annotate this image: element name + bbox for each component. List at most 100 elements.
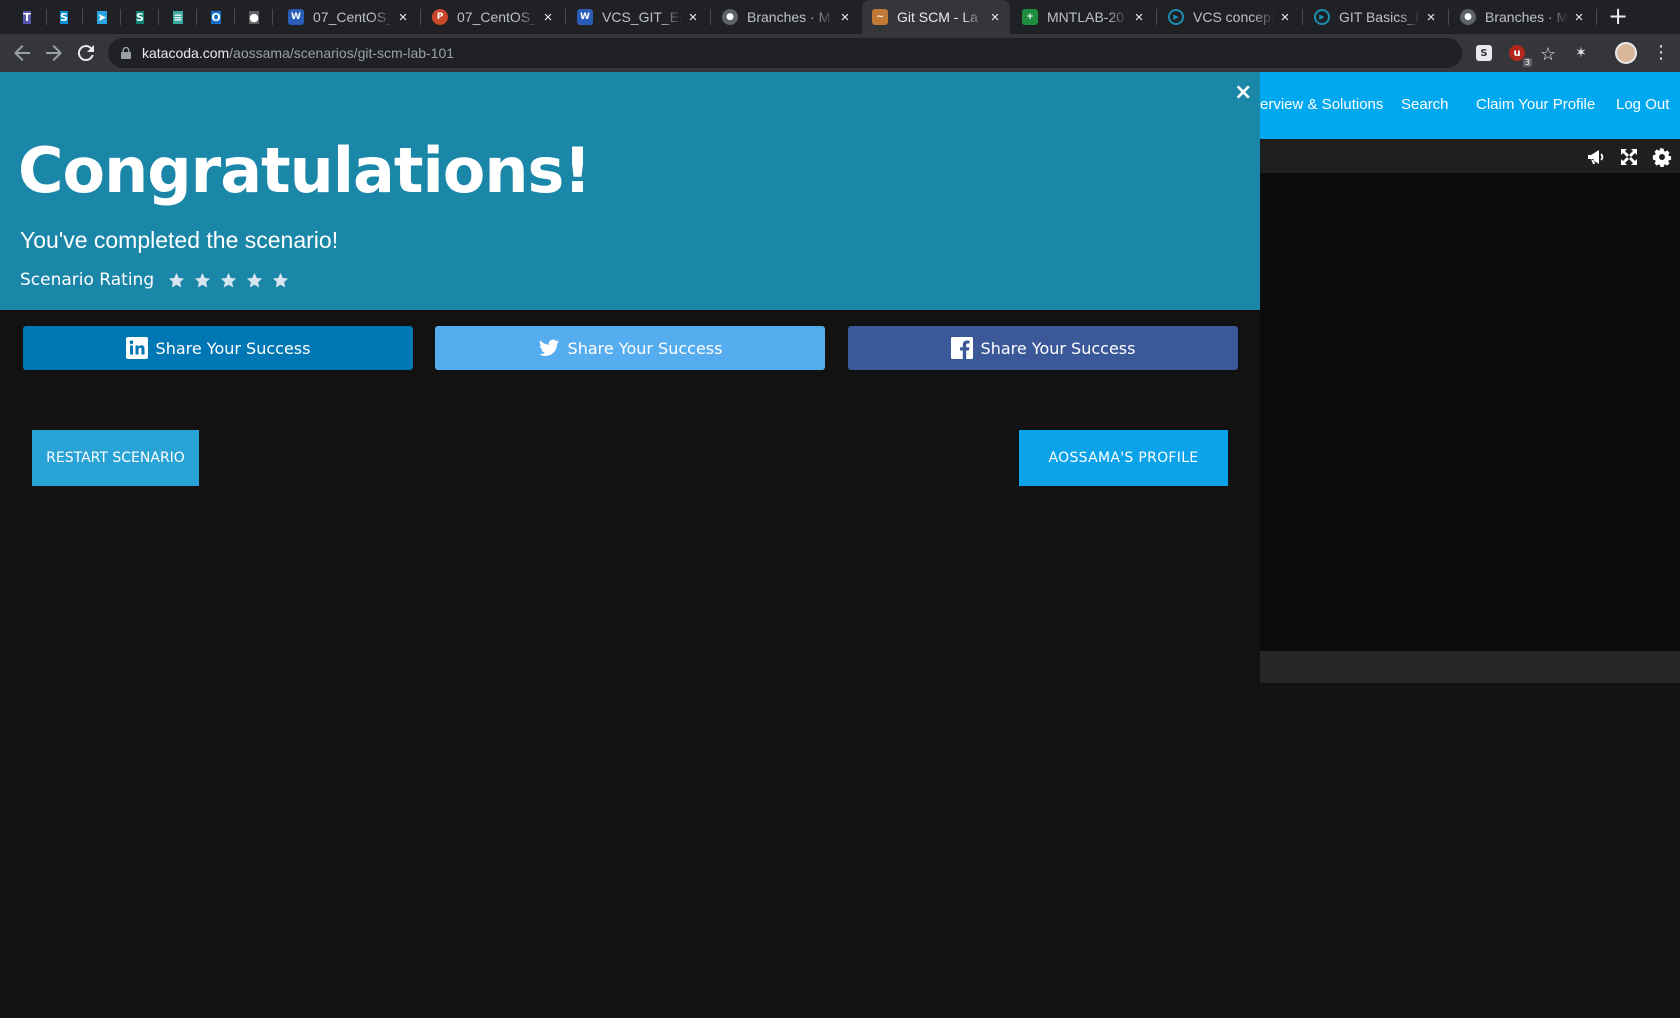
new-tab-button[interactable]: + — [1605, 4, 1631, 30]
site-navbar: erview & Solutions Search Claim Your Pro… — [1260, 72, 1680, 139]
word-icon: W — [288, 9, 304, 25]
profile-button[interactable]: AOSSAMA'S PROFILE — [1019, 430, 1228, 486]
tab-title: VCS concept — [1193, 9, 1274, 25]
rating-star-3-icon[interactable] — [220, 272, 237, 289]
powerpoint-icon: P — [432, 9, 448, 25]
teams-icon: T — [23, 10, 31, 24]
pinned-tab-chat[interactable]: ≡ — [168, 7, 188, 27]
terminal-status-bar — [1260, 651, 1680, 683]
terminal-output[interactable] — [1260, 173, 1680, 651]
tab-title: VCS_GIT_Es — [602, 9, 682, 25]
rating-star-5-icon[interactable] — [272, 272, 289, 289]
close-tab-icon[interactable]: × — [1274, 9, 1296, 26]
share-label: Share Your Success — [980, 338, 1136, 358]
tab-title: Branches · M — [747, 9, 831, 25]
tab-separator — [565, 9, 566, 25]
close-tab-icon[interactable]: × — [537, 9, 559, 26]
rating-label: Scenario Rating — [20, 270, 155, 290]
github-icon: ● — [722, 9, 738, 25]
pinned-tab-skype[interactable]: S — [54, 7, 74, 27]
word-icon: W — [577, 9, 593, 25]
fullscreen-icon[interactable] — [1619, 147, 1639, 167]
extension-s-icon[interactable]: S — [1476, 45, 1492, 61]
tab-separator — [46, 9, 47, 25]
tab-mntlab-sheets[interactable]: + MNTLAB-20 × — [1012, 0, 1154, 34]
tab-centos-powerpoint[interactable]: P 07_CentOS_ × — [422, 0, 563, 34]
tab-git-basics[interactable]: ▶ GIT Basics_F × — [1304, 0, 1446, 34]
extension-puzzle-icon[interactable]: ✶ — [1573, 45, 1589, 61]
tab-separator — [1302, 9, 1303, 25]
tab-centos-word[interactable]: W 07_CentOS_ × — [278, 0, 418, 34]
tab-separator — [196, 9, 197, 25]
rating-star-1-icon[interactable] — [168, 272, 185, 289]
outlook-icon: O — [211, 10, 221, 24]
restart-scenario-button[interactable]: RESTART SCENARIO — [32, 430, 199, 486]
tab-title: 07_CentOS_ — [457, 9, 537, 25]
tab-branches-github-2[interactable]: ● Branches · M × — [1450, 0, 1594, 34]
tab-separator — [420, 9, 421, 25]
share-linkedin-button[interactable]: Share Your Success — [23, 326, 413, 370]
tab-separator — [272, 9, 273, 25]
gear-icon[interactable] — [1652, 147, 1672, 167]
rating-star-4-icon[interactable] — [246, 272, 263, 289]
profile-avatar[interactable] — [1615, 42, 1637, 64]
forward-button[interactable] — [42, 41, 66, 65]
share-facebook-button[interactable]: Share Your Success — [848, 326, 1238, 370]
ublock-extension-icon[interactable]: u3 — [1509, 45, 1532, 67]
scenario-rating: Scenario Rating — [20, 270, 294, 290]
nav-link-log-out[interactable]: Log Out — [1616, 96, 1669, 113]
katacoda-icon: ~ — [872, 9, 888, 25]
pinned-tab-sharepoint[interactable]: S — [130, 7, 150, 27]
completion-modal: × Congratulations! You've completed the … — [0, 72, 1260, 1018]
skype-icon: S — [60, 10, 68, 24]
close-tab-icon[interactable]: × — [392, 9, 414, 26]
close-tab-icon[interactable]: × — [1568, 9, 1590, 26]
pinned-tab-teams[interactable]: T — [17, 7, 37, 27]
nav-link-claim-profile[interactable]: Claim Your Profile — [1476, 96, 1595, 113]
tab-vcs-git-word[interactable]: W VCS_GIT_Es × — [567, 0, 708, 34]
github-icon: ● — [249, 10, 259, 24]
browser-toolbar: katacoda.com/aossama/scenarios/git-scm-l… — [0, 34, 1680, 72]
close-icon[interactable]: × — [1234, 80, 1252, 105]
nav-link-overview[interactable]: erview & Solutions — [1260, 96, 1383, 113]
arrow-right-icon — [46, 45, 62, 61]
share-twitter-button[interactable]: Share Your Success — [435, 326, 825, 370]
chat-icon: ≡ — [173, 10, 183, 24]
completion-message: You've completed the scenario! — [20, 227, 339, 253]
sheets-icon: + — [1022, 9, 1038, 25]
tab-git-scm-active[interactable]: ~ Git SCM - La × — [862, 0, 1010, 34]
tab-separator — [120, 9, 121, 25]
lock-icon — [121, 47, 131, 59]
pinned-tab-outlook[interactable]: O — [206, 7, 226, 27]
pinned-tab-telegram[interactable]: ➤ — [92, 7, 112, 27]
tab-separator — [234, 9, 235, 25]
facebook-icon — [950, 337, 973, 359]
tab-separator — [158, 9, 159, 25]
address-bar[interactable]: katacoda.com/aossama/scenarios/git-scm-l… — [108, 38, 1556, 68]
pinned-tab-github[interactable]: ● — [244, 7, 264, 27]
back-button[interactable] — [10, 41, 34, 65]
close-tab-icon[interactable]: × — [984, 9, 1006, 26]
tab-title: GIT Basics_F — [1339, 9, 1420, 25]
nav-link-search[interactable]: Search — [1401, 96, 1449, 113]
bookmark-star-icon[interactable]: ☆ — [1540, 44, 1556, 65]
close-tab-icon[interactable]: × — [834, 9, 856, 26]
megaphone-icon[interactable] — [1586, 147, 1606, 167]
twitter-icon — [538, 339, 559, 356]
github-icon: ● — [1460, 9, 1476, 25]
arrow-left-icon — [14, 45, 30, 61]
tab-separator — [1156, 9, 1157, 25]
browser-menu-icon[interactable]: ⋮ — [1652, 42, 1670, 64]
share-label: Share Your Success — [567, 338, 723, 358]
rating-star-2-icon[interactable] — [194, 272, 211, 289]
play-circle-icon: ▶ — [1314, 9, 1330, 25]
tab-branches-github[interactable]: ● Branches · M × — [712, 0, 860, 34]
tab-separator — [710, 9, 711, 25]
close-tab-icon[interactable]: × — [1128, 9, 1150, 26]
close-tab-icon[interactable]: × — [1420, 9, 1442, 26]
congratulations-heading: Congratulations! — [18, 134, 592, 207]
telegram-icon: ➤ — [97, 10, 107, 24]
tab-vcs-concept[interactable]: ▶ VCS concept × — [1158, 0, 1300, 34]
reload-button[interactable] — [74, 41, 98, 65]
close-tab-icon[interactable]: × — [682, 9, 704, 26]
